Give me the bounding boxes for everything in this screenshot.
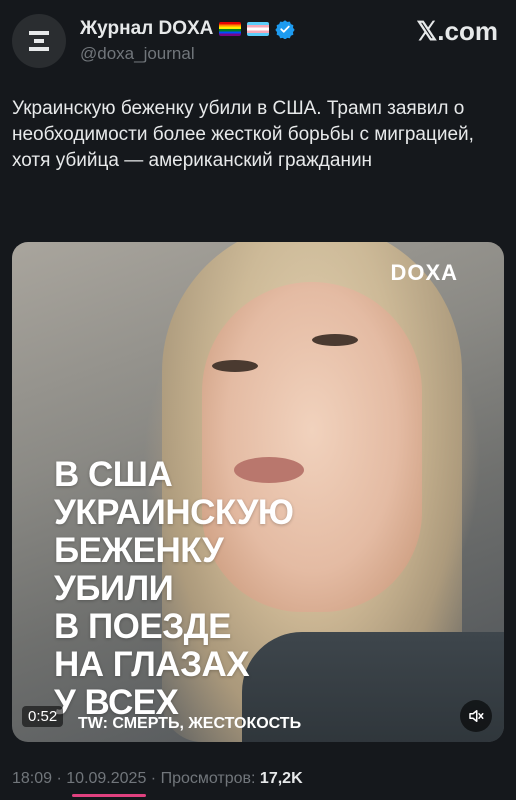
tweet-date[interactable]: 10.09.2025 xyxy=(66,770,146,787)
headline-line: БЕЖЕНКУ xyxy=(54,531,224,570)
meta-separator: · xyxy=(146,770,161,787)
account-handle[interactable]: @doxa_journal xyxy=(80,44,195,64)
verified-badge-icon xyxy=(275,20,296,39)
tweet-text: Украинскую беженку убили в США. Трамп за… xyxy=(12,98,474,171)
date-highlight-underline xyxy=(72,794,146,797)
headline-line: УКРАИНСКУЮ xyxy=(54,493,294,532)
video-timer: 0:52 xyxy=(22,706,64,727)
headline-line: НА ГЛАЗАХ xyxy=(54,645,250,684)
rainbow-flag-icon xyxy=(219,22,242,36)
views-count: 17,2K xyxy=(259,770,303,787)
transgender-flag-icon xyxy=(247,22,270,36)
speaker-muted-icon xyxy=(469,710,484,722)
x-logo: 𝕏.com xyxy=(416,16,498,46)
photo-eye-left xyxy=(212,360,258,372)
video-headline: В США УКРАИНСКУЮ БЕЖЕНКУ УБИЛИ В ПОЕЗДЕ … xyxy=(54,456,474,722)
headline-line: В США xyxy=(54,455,173,494)
content-warning: TW: СМЕРТЬ, ЖЕСТОКОСТЬ xyxy=(78,715,302,732)
doxa-watermark: DOXA xyxy=(390,260,458,285)
account-name-row: Журнал DOXA xyxy=(80,18,296,40)
tweet-time[interactable]: 18:09 xyxy=(12,770,52,787)
meta-separator: · xyxy=(52,770,67,787)
photo-eye-right xyxy=(312,334,358,346)
avatar[interactable] xyxy=(12,14,66,68)
video-player[interactable]: DOXA В США УКРАИНСКУЮ БЕЖЕНКУ УБИЛИ В ПО… xyxy=(12,242,504,742)
headline-line: В ПОЕЗДЕ xyxy=(54,607,231,646)
tweet-meta: 18:09 · 10.09.2025 · Просмотров: 17,2K xyxy=(12,770,303,788)
doxa-logo-icon xyxy=(29,31,49,51)
tweet-header: Журнал DOXA @doxa_journal 𝕏.com xyxy=(12,8,504,68)
views-label: Просмотров: xyxy=(160,770,260,787)
mute-button[interactable] xyxy=(460,700,492,732)
account-name[interactable]: Журнал DOXA xyxy=(80,18,213,40)
headline-line: УБИЛИ xyxy=(54,569,174,608)
